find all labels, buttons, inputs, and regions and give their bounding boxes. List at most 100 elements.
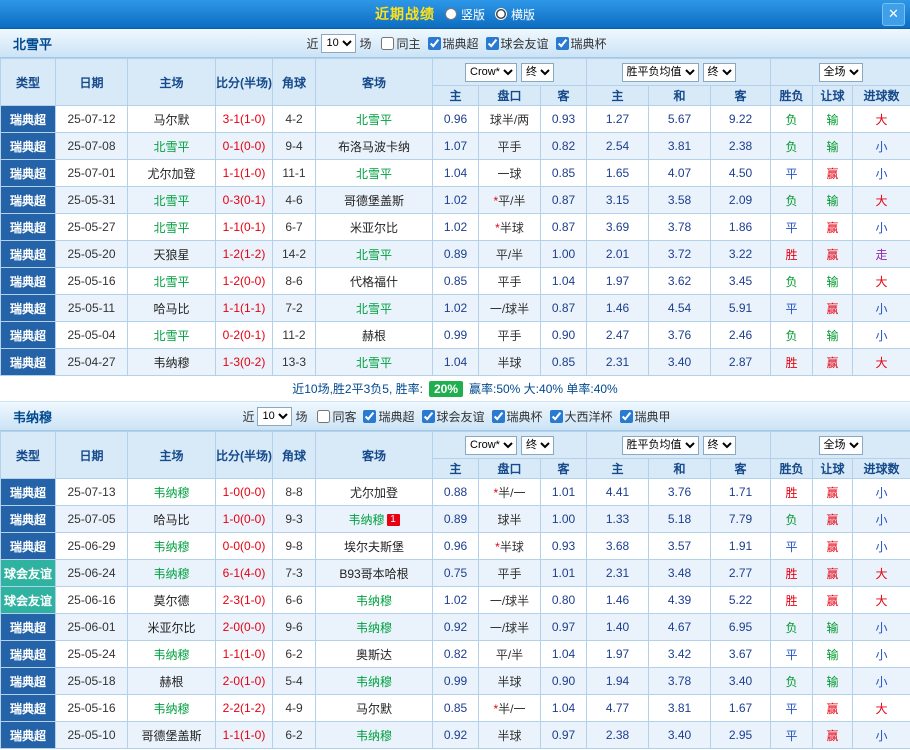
filter-checkbox[interactable] bbox=[427, 36, 441, 50]
eu-draw-odds-cell: 5.18 bbox=[648, 505, 712, 533]
handicap-result-cell: 输 bbox=[812, 267, 854, 295]
layout-vertical-option[interactable]: 竖版 bbox=[444, 6, 485, 23]
ah-away-odds-cell: 1.00 bbox=[539, 240, 588, 268]
result-cell: 负 bbox=[770, 667, 814, 695]
filter-option[interactable]: 大西洋杯 bbox=[549, 408, 613, 425]
odds-company-select[interactable]: Crow* bbox=[465, 62, 517, 82]
filter-checkbox[interactable] bbox=[555, 36, 569, 50]
column-header: 主场 bbox=[127, 431, 216, 479]
wdl-average-select[interactable]: 胜平负均值 bbox=[621, 62, 699, 82]
final-wdl-select[interactable]: 终 bbox=[702, 435, 736, 455]
near-count-select[interactable]: 10 bbox=[257, 406, 293, 426]
away-team-name: 北雪平 bbox=[355, 355, 392, 370]
goals-result-cell: 小 bbox=[852, 132, 910, 160]
red-card-badge: 1 bbox=[386, 513, 400, 526]
titlebar-controls: 近期战绩 竖版 横版 bbox=[375, 4, 535, 24]
away-team-cell: 布洛马波卡纳 bbox=[315, 132, 433, 160]
eu-home-odds-cell: 2.38 bbox=[586, 721, 650, 749]
home-team-cell: 北雪平 bbox=[127, 132, 216, 160]
near-count-select[interactable]: 10 bbox=[321, 33, 357, 53]
filter-option[interactable]: 同主 bbox=[381, 35, 421, 52]
filter-checkbox[interactable] bbox=[317, 409, 331, 423]
result-cell: 平 bbox=[770, 532, 814, 560]
score-cell: 1-2(1-2) bbox=[215, 240, 273, 268]
date-cell: 25-06-29 bbox=[55, 532, 128, 560]
filter-option[interactable]: 同客 bbox=[317, 408, 356, 425]
filter-checkbox[interactable] bbox=[491, 409, 505, 423]
vertical-radio[interactable] bbox=[444, 8, 457, 20]
ah-away-odds-cell: 0.90 bbox=[539, 321, 588, 349]
wdl-average-select[interactable]: 胜平负均值 bbox=[621, 435, 699, 455]
match-scope-select[interactable]: 全场 bbox=[818, 62, 863, 82]
home-team-cell: 韦纳穆 bbox=[127, 532, 216, 560]
score-cell: 2-2(1-2) bbox=[215, 694, 273, 722]
result-cell: 胜 bbox=[770, 559, 814, 587]
horizontal-radio[interactable] bbox=[495, 8, 507, 20]
eu-away-odds-cell: 2.09 bbox=[710, 186, 772, 214]
home-team-cell: 北雪平 bbox=[127, 321, 216, 349]
date-cell: 25-07-12 bbox=[55, 105, 128, 133]
filter-checkbox[interactable] bbox=[485, 36, 499, 50]
final-odds-select[interactable]: 终 bbox=[521, 62, 554, 82]
match-scope-select[interactable]: 全场 bbox=[818, 435, 863, 455]
filter-label: 球会友谊 bbox=[436, 409, 485, 424]
ah-home-odds-cell: 1.02 bbox=[432, 294, 479, 322]
ah-away-odds-cell: 1.04 bbox=[539, 694, 588, 722]
ah-home-odds-cell: 0.89 bbox=[432, 505, 479, 533]
filter-option[interactable]: 球会友谊 bbox=[485, 35, 549, 52]
close-icon[interactable]: ✕ bbox=[882, 3, 905, 26]
final-odds-select[interactable]: 终 bbox=[521, 435, 554, 455]
filter-checkbox[interactable] bbox=[421, 409, 435, 423]
result-cell: 负 bbox=[770, 267, 814, 295]
team-section-bar: 韦纳穆 近 10 场 同客 瑞典超 球会友谊 瑞典杯 大西洋杯 瑞典甲 bbox=[0, 402, 910, 431]
away-team-name: 埃尔夫斯堡 bbox=[343, 539, 404, 554]
result-cell: 负 bbox=[770, 105, 814, 133]
eu-away-odds-cell: 1.91 bbox=[710, 532, 772, 560]
ah-home-odds-cell: 1.04 bbox=[432, 348, 479, 376]
handicap-cell: 平手 bbox=[478, 559, 541, 587]
filter-option[interactable]: 瑞典杯 bbox=[491, 408, 543, 425]
filter-label: 球会友谊 bbox=[500, 36, 549, 51]
handicap-cell: 球半 bbox=[478, 505, 541, 533]
ah-home-odds-cell: 0.88 bbox=[432, 478, 479, 506]
corners-cell: 8-8 bbox=[272, 478, 316, 506]
match-row: 瑞典超 25-05-18 赫根 2-0(1-0) 5-4 韦纳穆 0.99 半球 0.90 1.9… bbox=[0, 667, 910, 695]
handicap-result-cell: 输 bbox=[812, 640, 854, 668]
result-cell: 负 bbox=[770, 505, 814, 533]
handicap-cell: 平手 bbox=[478, 267, 541, 295]
handicap-star: * bbox=[495, 220, 500, 235]
eu-home-odds-cell: 1.46 bbox=[586, 294, 650, 322]
filter-option[interactable]: 瑞典杯 bbox=[555, 35, 607, 52]
handicap-cell: 平/半 bbox=[478, 640, 541, 668]
league-cell: 瑞典超 bbox=[0, 240, 56, 268]
handicap-cell: 半球 bbox=[478, 667, 541, 695]
filter-checkbox[interactable] bbox=[381, 36, 395, 50]
filter-option[interactable]: 瑞典甲 bbox=[619, 408, 671, 425]
odds-company-select[interactable]: Crow* bbox=[465, 435, 517, 455]
final-wdl-select[interactable]: 终 bbox=[702, 62, 736, 82]
filter-checkbox[interactable] bbox=[549, 409, 563, 423]
ah-home-odds-cell: 0.85 bbox=[432, 267, 479, 295]
column-header: 角球 bbox=[272, 58, 316, 106]
result-cell: 平 bbox=[770, 294, 814, 322]
eu-home-odds-cell: 3.69 bbox=[586, 213, 650, 241]
filter-option[interactable]: 瑞典超 bbox=[427, 35, 479, 52]
filter-option[interactable]: 瑞典超 bbox=[363, 408, 415, 425]
filter-checkbox[interactable] bbox=[363, 409, 377, 423]
filter-option[interactable]: 球会友谊 bbox=[421, 408, 485, 425]
near-label: 近 bbox=[306, 36, 319, 51]
away-team-cell: 哥德堡盖斯 bbox=[315, 186, 433, 214]
eu-draw-odds-cell: 3.58 bbox=[648, 186, 712, 214]
eu-home-odds-cell: 2.31 bbox=[586, 559, 650, 587]
column-subheader: 和 bbox=[648, 85, 712, 106]
match-row: 瑞典超 25-05-27 北雪平 1-1(0-1) 6-7 米亚尔比 1.02 *半球 0.87… bbox=[0, 213, 910, 241]
eu-home-odds-cell: 2.31 bbox=[586, 348, 650, 376]
league-cell: 瑞典超 bbox=[0, 640, 56, 668]
home-team-cell: 哈马比 bbox=[127, 294, 216, 322]
filter-checkbox[interactable] bbox=[619, 409, 633, 423]
team-name: 北雪平 bbox=[13, 36, 53, 52]
date-cell: 25-05-31 bbox=[55, 186, 128, 214]
layout-horizontal-option[interactable]: 横版 bbox=[495, 6, 535, 23]
date-cell: 25-07-05 bbox=[55, 505, 128, 533]
column-header: 角球 bbox=[272, 431, 316, 479]
